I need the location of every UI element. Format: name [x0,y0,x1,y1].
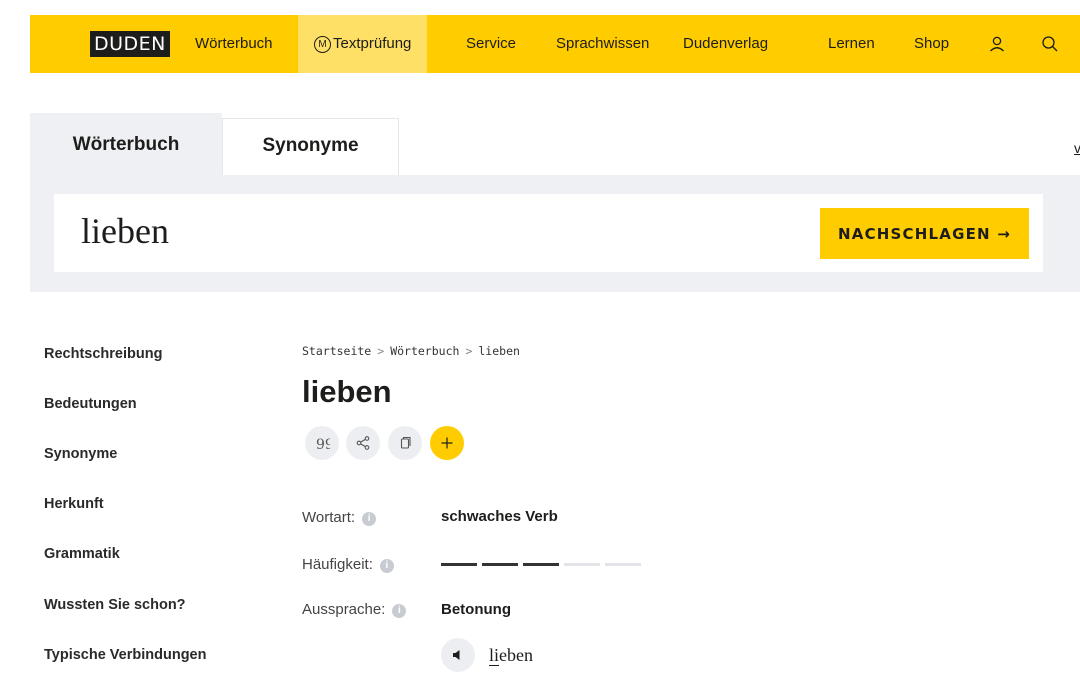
add-to-list-button[interactable] [430,426,464,460]
sidebar-item-grammatik[interactable]: Grammatik [44,546,120,562]
copy-icon [400,436,411,449]
unstressed-rest: eben [499,645,533,665]
nav-item-textpruefung-label: Textprüfung [333,35,412,52]
haeufigkeit-label: Häufigkeit: i [302,556,394,573]
nav-item-shop[interactable]: Shop [914,15,949,73]
aussprache-label-text: Aussprache: [302,601,386,618]
wortart-label: Wortart: i [302,509,377,526]
sidebar-item-rechtschreibung[interactable]: Rechtschreibung [44,346,162,362]
quote-icon: 99 [316,437,330,451]
search-input[interactable] [81,210,781,252]
aussprache-label: Aussprache: i [302,601,407,618]
sidebar-item-bedeutungen[interactable]: Bedeutungen [44,396,137,412]
frequency-bar-segment [564,563,600,566]
share-button[interactable] [346,426,380,460]
nav-item-woerterbuch[interactable]: Wörterbuch [195,15,273,73]
duden-logo[interactable]: DUDEN [90,31,170,57]
page-title: lieben [302,374,392,409]
tab-woerterbuch[interactable]: Wörterbuch [30,113,222,175]
user-icon[interactable] [987,34,1007,54]
share-icon [356,436,370,450]
tab-synonyme[interactable]: Synonyme [222,118,399,175]
breadcrumb: Startseite > Wörterbuch > lieben [302,344,520,358]
breadcrumb-current: lieben [478,344,520,358]
nav-item-dudenverlag[interactable]: Dudenverlag [683,15,768,73]
wortart-label-text: Wortart: [302,509,356,526]
m-badge-icon: M [314,36,331,53]
stressed-syllable: li [489,645,500,666]
edge-link-fragment[interactable]: v [1074,140,1080,156]
svg-text:99: 99 [316,437,330,451]
nachschlagen-button[interactable]: NACHSCHLAGEN → [820,208,1029,259]
sidebar-item-synonyme[interactable]: Synonyme [44,446,117,462]
breadcrumb-startseite[interactable]: Startseite [302,344,371,358]
info-icon[interactable]: i [379,559,394,573]
betonung-heading: Betonung [441,601,511,618]
nav-item-service[interactable]: Service [466,15,516,73]
sidebar-item-herkunft[interactable]: Herkunft [44,496,104,512]
nav-item-textpruefung[interactable]: M Textprüfung [298,15,428,73]
sidebar-item-wussten-sie-schon[interactable]: Wussten Sie schon? [44,597,186,613]
nav-item-sprachwissen[interactable]: Sprachwissen [556,15,649,73]
wortart-value: schwaches Verb [441,508,558,525]
frequency-bar-segment [441,563,477,566]
frequency-bar-segment [482,563,518,566]
copy-button[interactable] [388,426,422,460]
quote-button[interactable]: 99 [305,426,339,460]
plus-icon [441,437,453,449]
info-icon[interactable]: i [392,604,407,618]
speaker-icon [453,650,460,660]
frequency-bar-segment [523,563,559,566]
haeufigkeit-label-text: Häufigkeit: [302,556,373,573]
play-pronunciation-button[interactable] [441,638,475,672]
breadcrumb-woerterbuch[interactable]: Wörterbuch [390,344,459,358]
pronunciation-word: lieben [489,645,533,666]
sidebar-item-typische-verbindungen[interactable]: Typische Verbindungen [44,647,206,663]
info-icon[interactable]: i [362,512,377,526]
frequency-bar-segment [605,563,641,566]
breadcrumb-separator: > [465,344,473,358]
search-box: NACHSCHLAGEN → [54,194,1043,272]
search-icon[interactable] [1040,34,1060,54]
breadcrumb-separator: > [377,344,385,358]
top-navigation: DUDEN Wörterbuch M Textprüfung Service Sp… [30,15,1080,73]
nav-item-lernen[interactable]: Lernen [828,15,875,73]
